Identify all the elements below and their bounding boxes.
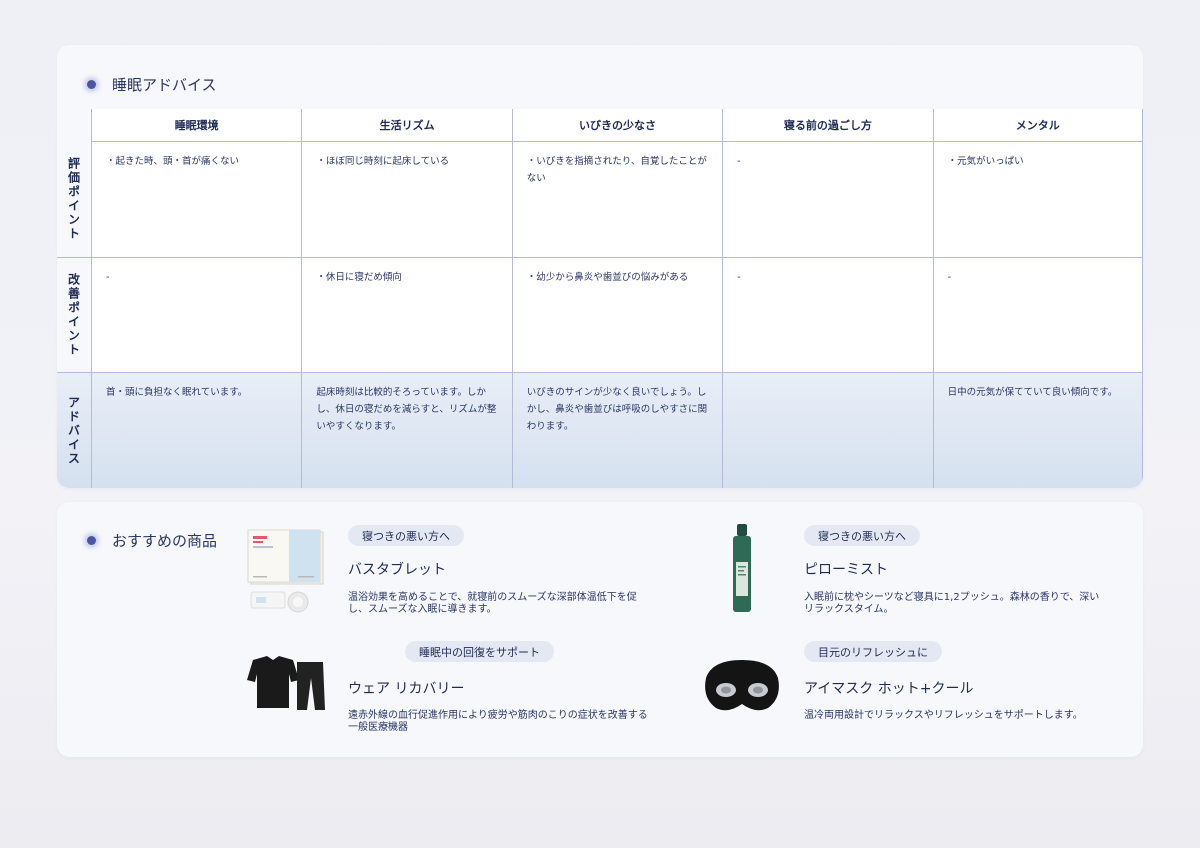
product-description: 入眠前に枕やシーツなど寝具に1,2プッシュ。森林の香りで、深いリラックスタイム。: [804, 592, 1100, 615]
bullet-dot-icon: [87, 536, 96, 545]
table-cell: ・幼少から鼻炎や歯並びの悩みがある: [511, 257, 723, 373]
product-name: ウェア リカバリー: [348, 681, 465, 697]
row-header-label: 改善ポイント: [66, 272, 81, 357]
column-header: 睡眠環境: [91, 109, 302, 142]
eye-mask-image: [705, 660, 779, 711]
product-description: 温冷両用設計でリラックスやリフレッシュをサポートします。: [804, 710, 1083, 721]
row-header: 評価ポイント: [57, 142, 91, 258]
column-header: 寝る前の過ごし方: [722, 109, 933, 142]
column-header: いびきの少なさ: [511, 109, 723, 142]
recovery-wear-image: [247, 656, 325, 710]
row-header: アドバイス: [57, 373, 91, 488]
bath-tablet-box-image: [247, 529, 324, 613]
pillow-mist-bottle-image: [733, 524, 751, 612]
column-header: メンタル: [932, 109, 1143, 142]
product-name: バスタブレット: [348, 562, 446, 578]
product-description: 遠赤外線の血行促進作用により疲労や筋肉のこりの症状を改善する一般医療機器: [348, 710, 648, 733]
table-header: 睡眠環境 生活リズム いびきの少なさ 寝る前の過ごし方 メンタル: [91, 109, 1143, 142]
sleep-advice-title: 睡眠アドバイス: [112, 76, 217, 94]
row-header-label: 評価ポイント: [66, 157, 81, 242]
row-header: 改善ポイント: [57, 258, 91, 373]
table-cell: ・起きた時、頭・首が痛くない: [91, 142, 302, 258]
bullet-dot-icon: [87, 80, 96, 89]
table-cell: いびきのサインが少なく良いでしょう。しかし、鼻炎や歯並びは呼吸のしやすさに関わり…: [511, 373, 723, 488]
product-tag: 睡眠中の回復をサポート: [405, 641, 554, 662]
table-cell: 首・頭に負担なく眠れています。: [91, 373, 302, 488]
product-tag: 寝つきの悪い方へ: [804, 525, 920, 546]
table-cell: -: [91, 257, 302, 373]
product-tag: 寝つきの悪い方へ: [348, 525, 464, 546]
product-tag: 目元のリフレッシュに: [804, 641, 942, 662]
table-cell: -: [722, 142, 933, 258]
table-cell: ・休日に寝だめ傾向: [301, 257, 512, 373]
table-cell: ・ほぼ同じ時刻に起床している: [301, 142, 512, 258]
product-name: アイマスク ホット+クール: [804, 681, 974, 697]
table-cell: -: [932, 257, 1143, 373]
table-cell: [722, 373, 933, 488]
sleep-advice-heading: 睡眠アドバイス: [87, 74, 217, 95]
table-cell: ・いびきを指摘されたり、自覚したことがない: [511, 142, 723, 258]
row-header-label: アドバイス: [66, 395, 81, 466]
table-cell: 日中の元気が保てていて良い傾向です。: [932, 373, 1143, 488]
product-name: ピローミスト: [804, 562, 888, 578]
products-heading: おすすめの商品: [87, 530, 217, 551]
sleep-advice-card: 睡眠アドバイス 睡眠環境 生活リズム いびきの少なさ 寝る前の過ごし方 メンタル…: [57, 45, 1143, 488]
recommended-products-card: おすすめの商品 寝つきの悪い方へ バスタブレット 温浴効果を高めることで、就寝前…: [57, 502, 1143, 757]
table-row-improvement: 改善ポイント - ・休日に寝だめ傾向 ・幼少から鼻炎や歯並びの悩みがある - -: [57, 257, 1143, 373]
table-cell: 起床時刻は比較的そろっています。しかし、休日の寝だめを減らすと、リズムが整いやす…: [301, 373, 512, 488]
table-cell: ・元気がいっぱい: [932, 142, 1143, 258]
table-row-advice: アドバイス 首・頭に負担なく眠れています。 起床時刻は比較的そろっています。しか…: [57, 373, 1143, 488]
product-description: 温浴効果を高めることで、就寝前のスムーズな深部体温低下を促し、スムーズな入眠に導…: [348, 592, 637, 615]
column-header: 生活リズム: [301, 109, 512, 142]
table-cell: -: [722, 257, 933, 373]
table-row-evaluation: 評価ポイント ・起きた時、頭・首が痛くない ・ほぼ同じ時刻に起床している ・いび…: [57, 142, 1143, 258]
products-title: おすすめの商品: [112, 532, 218, 550]
